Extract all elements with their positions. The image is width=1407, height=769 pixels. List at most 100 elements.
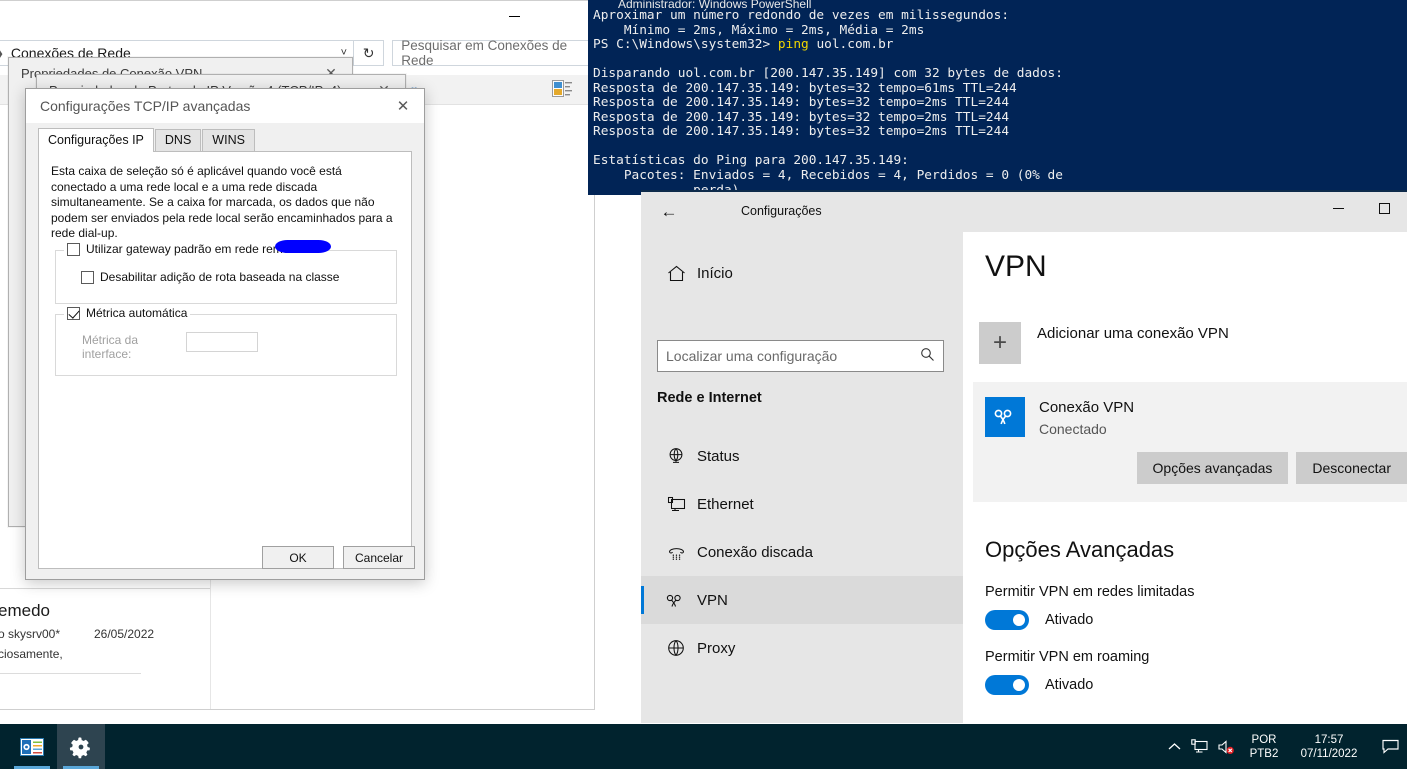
checkbox-box[interactable]	[67, 306, 80, 320]
refresh-icon[interactable]: ↻	[354, 40, 385, 66]
advanced-options-button[interactable]: Opções avançadas	[1136, 452, 1289, 484]
powershell-output[interactable]: Aproximar um número redondo de vezes em …	[593, 8, 1407, 195]
toggle-metered-networks[interactable]	[985, 610, 1029, 630]
volume-muted-icon[interactable]	[1213, 739, 1239, 755]
details-view-icon[interactable]	[552, 80, 572, 98]
sidebar-item-proxy-label: Proxy	[697, 639, 736, 657]
sidebar-item-ethernet-label: Ethernet	[697, 495, 754, 513]
settings-search-input[interactable]: Localizar uma configuração	[657, 340, 944, 372]
explorer-minimize-button[interactable]	[491, 1, 537, 31]
ps-line: Aproximar um número redondo de vezes em …	[593, 8, 1010, 23]
mail-divider	[0, 673, 141, 674]
checkbox-box[interactable]	[67, 242, 80, 256]
ps-command-arg: uol.com.br	[808, 37, 894, 53]
tab-panel-ip-settings: Esta caixa de seleção só é aplicável qua…	[38, 151, 412, 569]
classful-route-checkbox[interactable]: Desabilitar adição de rota baseada na cl…	[81, 270, 339, 284]
sidebar-item-dialup-label: Conexão discada	[697, 543, 813, 561]
sidebar-item-proxy[interactable]: Proxy	[641, 624, 963, 672]
vpn-icon	[655, 593, 697, 608]
description-text: Esta caixa de seleção só é aplicável qua…	[51, 164, 393, 240]
settings-search-placeholder: Localizar uma configuração	[666, 348, 838, 364]
sidebar-item-dialup[interactable]: Conexão discada	[641, 528, 963, 576]
outlook-icon	[20, 737, 44, 756]
option-metered-networks-toggle-row[interactable]: Ativado	[985, 610, 1195, 630]
ps-line: Resposta de 200.147.35.149: bytes=32 tem…	[593, 80, 1017, 96]
settings-window-title: Configurações	[741, 204, 822, 218]
checkbox-box[interactable]	[81, 270, 94, 284]
gateway-checkbox-label: Utilizar gateway padrão em rede remota	[86, 242, 300, 256]
option-roaming: Permitir VPN em roaming Ativado	[985, 649, 1149, 695]
mail-date: 26/05/2022	[94, 627, 155, 641]
taskbar-item-settings[interactable]	[57, 724, 105, 769]
home-icon	[655, 265, 697, 282]
breadcrumb-separator-icon: ❯	[0, 47, 4, 60]
auto-metric-checkbox[interactable]: Métrica automática	[64, 306, 191, 320]
toggle-knob	[1013, 614, 1025, 626]
clock[interactable]: 17:57 07/11/2022	[1285, 733, 1373, 761]
tab-wins[interactable]: WINS	[202, 129, 255, 151]
disconnect-button[interactable]: Desconectar	[1296, 452, 1407, 484]
search-input[interactable]: Pesquisar em Conexões de Rede	[392, 38, 594, 68]
close-icon[interactable]: ✕	[386, 94, 420, 118]
clock-time: 17:57	[1314, 733, 1344, 746]
tab-ip-settings[interactable]: Configurações IP	[38, 128, 154, 152]
back-arrow-icon[interactable]: ←	[649, 197, 689, 227]
gateway-group: Utilizar gateway padrão em rede remota D…	[55, 242, 397, 304]
toggle-roaming[interactable]	[985, 675, 1029, 695]
sidebar-item-home[interactable]: Início	[655, 254, 945, 292]
vpn-connection-card[interactable]: Conexão VPN Conectado Opções avançadas D…	[973, 382, 1407, 502]
taskbar-item-outlook[interactable]	[8, 724, 56, 769]
sidebar-item-vpn[interactable]: VPN	[641, 576, 963, 624]
ok-button[interactable]: OK	[262, 546, 334, 569]
dialog-button-row: OK Cancelar	[262, 546, 415, 569]
classful-route-label: Desabilitar adição de rota baseada na cl…	[100, 270, 340, 284]
ps-line: Estatísticas do Ping para 200.147.35.149…	[593, 153, 909, 169]
advanced-options-heading: Opções Avançadas	[985, 537, 1175, 562]
cancel-button[interactable]: Cancelar	[343, 546, 415, 569]
ps-line: Resposta de 200.147.35.149: bytes=32 tem…	[593, 124, 1010, 140]
language-line-2: PTB2	[1249, 747, 1279, 760]
sidebar-item-status[interactable]: Status	[641, 432, 963, 480]
maximize-icon[interactable]	[1361, 192, 1407, 224]
search-icon[interactable]	[920, 347, 935, 365]
mail-preview-pane: emedo o skysrv00* 26/05/2022 ciosamente,	[0, 588, 210, 706]
chevron-up-icon[interactable]	[1161, 742, 1187, 751]
ps-line: PS C:\Windows\system32>	[593, 37, 778, 53]
interface-metric-input[interactable]	[186, 332, 258, 352]
minimize-icon[interactable]	[1315, 192, 1361, 224]
settings-window: ← Configurações Início Localizar uma con…	[641, 190, 1407, 723]
action-center-icon[interactable]	[1373, 739, 1407, 754]
option-roaming-toggle-row[interactable]: Ativado	[985, 675, 1149, 695]
mail-sender-account: o skysrv00*	[0, 627, 61, 641]
proxy-globe-icon	[655, 639, 697, 657]
settings-titlebar: ← Configurações	[641, 192, 1407, 232]
metric-group: Métrica automática Métrica da interface:	[55, 306, 397, 376]
gateway-checkbox[interactable]: Utilizar gateway padrão em rede remota	[64, 242, 303, 256]
ps-line: Mínimo = 2ms, Máximo = 2ms, Média = 2ms	[593, 22, 925, 38]
add-vpn-connection-button[interactable]: + Adicionar uma conexão VPN	[979, 322, 1229, 364]
ps-line: Disparando uol.com.br [200.147.35.149] c…	[593, 66, 1063, 82]
ps-line: Resposta de 200.147.35.149: bytes=32 tem…	[593, 95, 1010, 111]
tab-dns[interactable]: DNS	[154, 129, 202, 151]
option-metered-networks-label: Permitir VPN em redes limitadas	[985, 584, 1195, 600]
plus-icon: +	[979, 322, 1021, 364]
language-indicator[interactable]: POR PTB2	[1243, 733, 1285, 761]
desktop-screen: et ❯ Conexões de Rede ˅ ↻ Pesquisar em C…	[0, 0, 1407, 769]
dialup-phone-icon	[655, 544, 697, 561]
clock-date: 07/11/2022	[1300, 747, 1358, 760]
window-controls	[1315, 192, 1407, 224]
network-icon[interactable]	[1187, 738, 1213, 755]
toggle-knob	[1013, 679, 1025, 691]
add-vpn-label: Adicionar uma conexão VPN	[1037, 324, 1229, 342]
powershell-window: Administrador: Windows PowerShell Aproxi…	[588, 0, 1407, 195]
interface-metric-label: Métrica da interface:	[82, 333, 139, 361]
toggle-metered-networks-state: Ativado	[1045, 612, 1094, 628]
settings-main-panel: VPN + Adicionar uma conexão VPN Conexão …	[963, 232, 1407, 723]
ethernet-icon	[655, 496, 697, 513]
sidebar-item-ethernet[interactable]: Ethernet	[641, 480, 963, 528]
page-title: VPN	[985, 250, 1047, 283]
sidebar-list: Status Ethernet Conexão discada VPN Prox…	[641, 432, 963, 672]
ps-line: Pacotes: Enviados = 4, Recebidos = 4, Pe…	[593, 168, 1063, 184]
dialog-title: Configurações TCP/IP avançadas	[26, 89, 424, 123]
explorer-titlebar	[0, 1, 594, 33]
